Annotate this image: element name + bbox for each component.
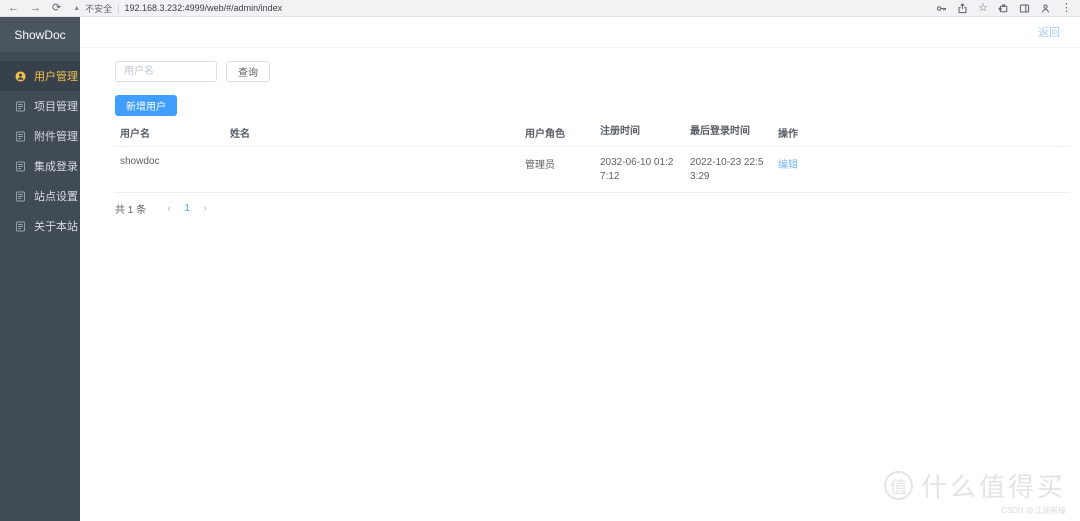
table-header-row: 用户名 姓名 用户角色 注册时间 最后登录时间 操作 — [115, 119, 1070, 147]
key-icon[interactable] — [936, 3, 947, 14]
table-row: showdoc 管理员 2032-06-10 01:27:12 2022-10-… — [115, 147, 1070, 193]
app-logo: ShowDoc — [0, 17, 80, 52]
cell-registered: 2032-06-10 01:27:12 — [595, 147, 685, 192]
pagination-total: 共 1 条 — [115, 201, 146, 216]
sidebar-item-project-management[interactable]: 项目管理 — [0, 91, 80, 121]
cell-name — [225, 147, 520, 165]
watermark: 值 什么值得买 CSDN @江湖有缘 — [884, 467, 1066, 516]
share-icon[interactable] — [957, 3, 968, 14]
sidebar-item-about-site[interactable]: 关于本站 — [0, 211, 80, 241]
profile-icon[interactable] — [1040, 3, 1051, 14]
sidebar-item-label: 附件管理 — [34, 128, 78, 144]
column-header-last-login: 最后登录时间 — [685, 119, 773, 145]
watermark-badge: 值 — [884, 471, 913, 500]
back-icon[interactable]: ← — [8, 3, 19, 14]
browser-toolbar: ← → ⟳ ▲ 不安全 | 192.168.3.232:4999/web/#/a… — [0, 0, 1080, 17]
sidebar-item-attachment-management[interactable]: 附件管理 — [0, 121, 80, 151]
add-user-button[interactable]: 新增用户 — [115, 95, 177, 116]
sidebar: ShowDoc 用户管理 项目管理 附件管理 — [0, 17, 80, 521]
sidebar-item-site-settings[interactable]: 站点设置 — [0, 181, 80, 211]
main-area: 返回 查询 新增用户 用户名 姓名 用户角色 注册时间 最后登录时间 操作 sh… — [80, 17, 1080, 521]
security-warning-icon[interactable]: ▲ — [73, 5, 80, 12]
document-icon — [15, 161, 26, 172]
back-link[interactable]: 返回 — [1038, 24, 1060, 40]
sidebar-item-label: 用户管理 — [34, 68, 78, 84]
extensions-icon[interactable] — [998, 3, 1009, 14]
content: 查询 新增用户 用户名 姓名 用户角色 注册时间 最后登录时间 操作 showd… — [80, 48, 1080, 216]
pagination-prev-icon[interactable]: ‹ — [160, 203, 178, 215]
document-icon — [15, 221, 26, 232]
document-icon — [15, 191, 26, 202]
sidebar-menu: 用户管理 项目管理 附件管理 集成登录 — [0, 52, 80, 241]
reload-icon[interactable]: ⟳ — [52, 3, 61, 14]
column-header-actions: 操作 — [773, 119, 1070, 146]
document-icon — [15, 131, 26, 142]
search-row: 查询 — [115, 61, 1070, 82]
side-panel-icon[interactable] — [1019, 3, 1030, 14]
pagination-next-icon[interactable]: › — [196, 203, 214, 215]
pagination: 共 1 条 ‹ 1 › — [115, 201, 1070, 216]
cell-username: showdoc — [115, 147, 225, 176]
cell-last-login: 2022-10-23 22:53:29 — [685, 147, 773, 192]
edit-link[interactable]: 编辑 — [778, 160, 798, 171]
column-header-registered: 注册时间 — [595, 119, 685, 145]
sidebar-item-user-management[interactable]: 用户管理 — [0, 61, 80, 91]
user-circle-icon — [15, 71, 26, 82]
column-header-name: 姓名 — [225, 119, 520, 146]
main-header: 返回 — [80, 17, 1080, 48]
sidebar-item-label: 站点设置 — [34, 188, 78, 204]
url-text[interactable]: 192.168.3.232:4999/web/#/admin/index — [125, 3, 283, 13]
forward-icon[interactable]: → — [30, 3, 41, 14]
watermark-text: 什么值得买 — [921, 467, 1066, 504]
menu-dots-icon[interactable]: ⋮ — [1061, 3, 1072, 14]
address-separator: | — [117, 3, 119, 13]
users-table: 用户名 姓名 用户角色 注册时间 最后登录时间 操作 showdoc 管理员 2… — [115, 119, 1070, 193]
cell-role: 管理员 — [520, 147, 595, 180]
app-window: ShowDoc 用户管理 项目管理 附件管理 — [0, 17, 1080, 521]
search-input[interactable] — [115, 61, 217, 82]
search-button[interactable]: 查询 — [226, 61, 270, 82]
bookmark-star-icon[interactable]: ☆ — [978, 3, 988, 14]
sidebar-item-integrated-login[interactable]: 集成登录 — [0, 151, 80, 181]
sidebar-item-label: 项目管理 — [34, 98, 78, 114]
watermark-caption: CSDN @江湖有缘 — [884, 505, 1066, 516]
address-bar[interactable]: ▲ 不安全 | 192.168.3.232:4999/web/#/admin/i… — [73, 2, 936, 15]
column-header-role: 用户角色 — [520, 119, 595, 146]
sidebar-item-label: 集成登录 — [34, 158, 78, 174]
sidebar-item-label: 关于本站 — [34, 218, 78, 234]
column-header-username: 用户名 — [115, 119, 225, 146]
pagination-page[interactable]: 1 — [178, 203, 196, 214]
security-label: 不安全 — [85, 2, 112, 15]
document-icon — [15, 101, 26, 112]
